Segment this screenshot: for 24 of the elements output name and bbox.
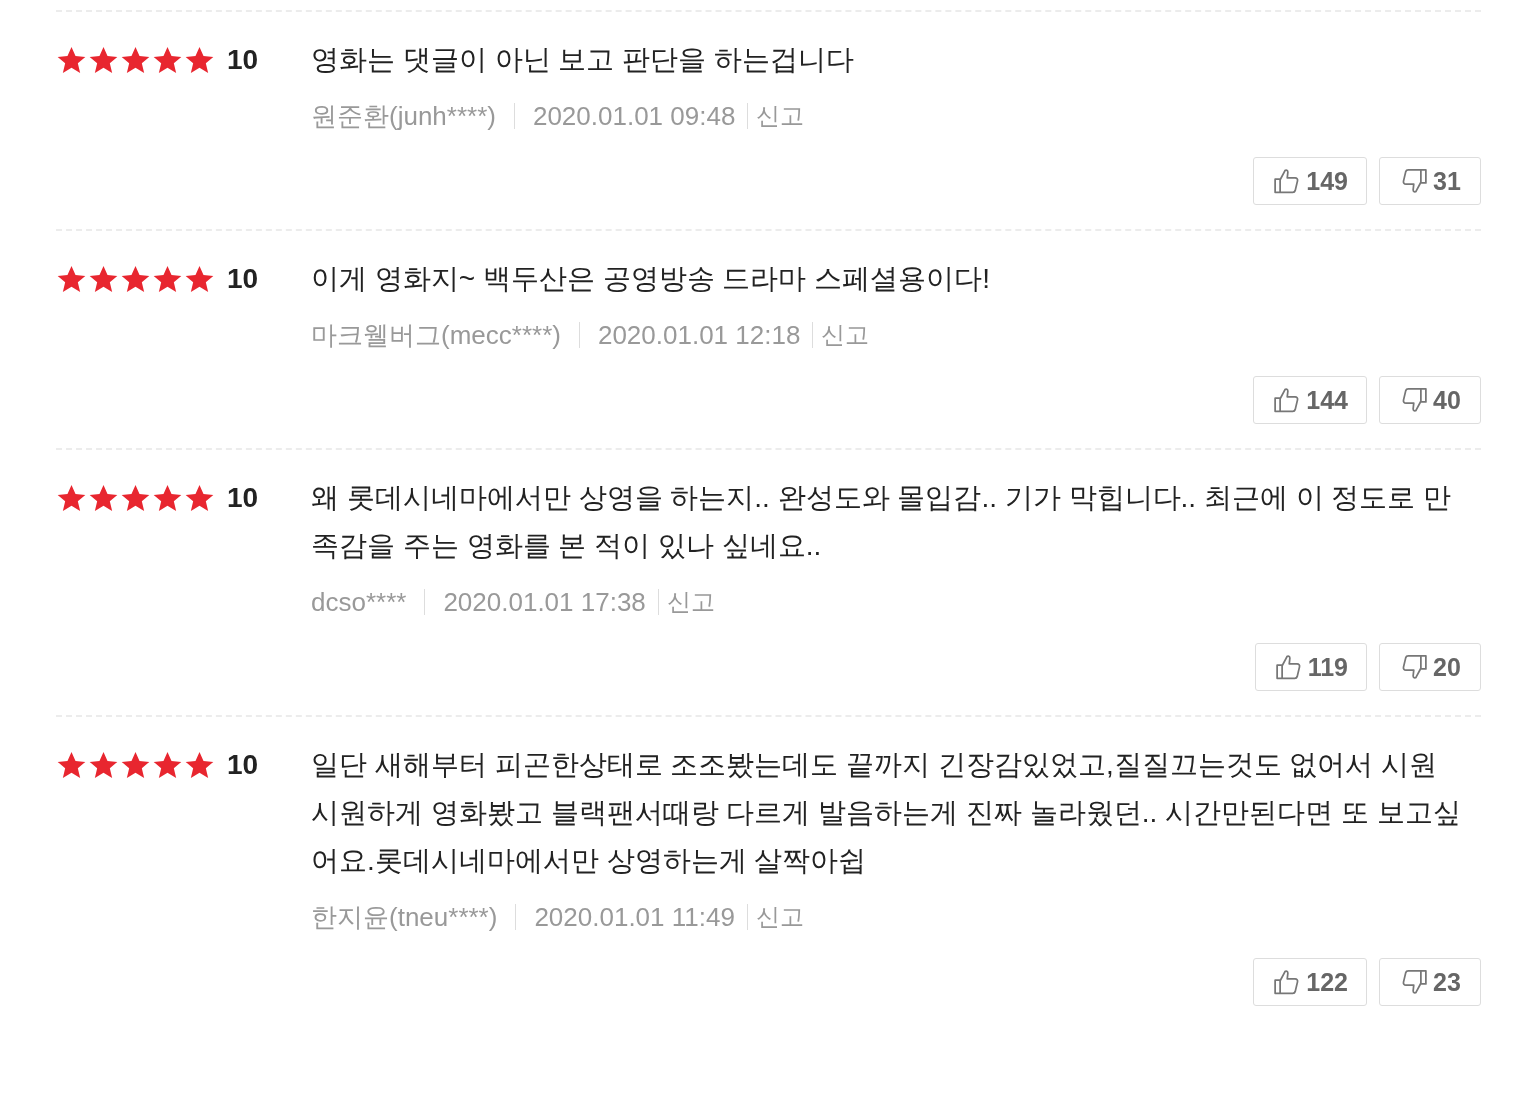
rating-score: 10 xyxy=(227,749,259,781)
review-date: 2020.01.01 12:18 xyxy=(597,319,801,352)
like-button[interactable]: 149 xyxy=(1253,157,1367,205)
review-date: 2020.01.01 11:49 xyxy=(534,901,735,934)
rating-score: 10 xyxy=(227,44,259,76)
review-text: 왜 롯데시네마에서만 상영을 하는지.. 완성도와 몰입감.. 기가 막힙니다.. 최근에 이 정도로 만족감을 주는 영화를 본 적이 있나 싶네요.. xyxy=(311,481,1453,563)
author-name: 한지윤(tneu****) xyxy=(311,901,498,934)
like-button[interactable]: 144 xyxy=(1253,376,1367,424)
dislike-button[interactable]: 23 xyxy=(1379,958,1481,1006)
review-text: 일단 새해부터 피곤한상태로 조조봤는데도 끝까지 긴장감있었고,질질끄는것도 없어서 시원시원하게 영화봤고 블랙팬서때랑 다르게 발음하는게 진짜 놀라웠던.. 시간만된다면 또 보고싶어요.롯데시네마에서만 상영하는게 살짝아쉽 xyxy=(311,748,1461,878)
like-button[interactable]: 119 xyxy=(1254,643,1367,691)
rating-score: 10 xyxy=(227,263,259,295)
review-text: 이게 영화지~ 백두산은 공영방송 드라마 스페셜용이다! xyxy=(311,262,992,296)
author-name: dcso**** xyxy=(311,586,407,619)
review-date: 2020.01.01 17:38 xyxy=(443,586,646,619)
author-name: 마크웰버그(mecc****) xyxy=(311,319,561,352)
dislike-button[interactable]: 31 xyxy=(1379,157,1481,205)
dislike-button[interactable]: 40 xyxy=(1379,376,1481,424)
author-name: 원준환(junh****) xyxy=(311,100,496,133)
rating-score: 10 xyxy=(227,482,259,514)
dislike-button[interactable]: 20 xyxy=(1379,643,1481,691)
like-button[interactable]: 122 xyxy=(1253,958,1367,1006)
review-text: 영화는 댓글이 아닌 보고 판단을 하는겁니다 xyxy=(311,43,855,77)
review-date: 2020.01.01 09:48 xyxy=(532,100,736,133)
